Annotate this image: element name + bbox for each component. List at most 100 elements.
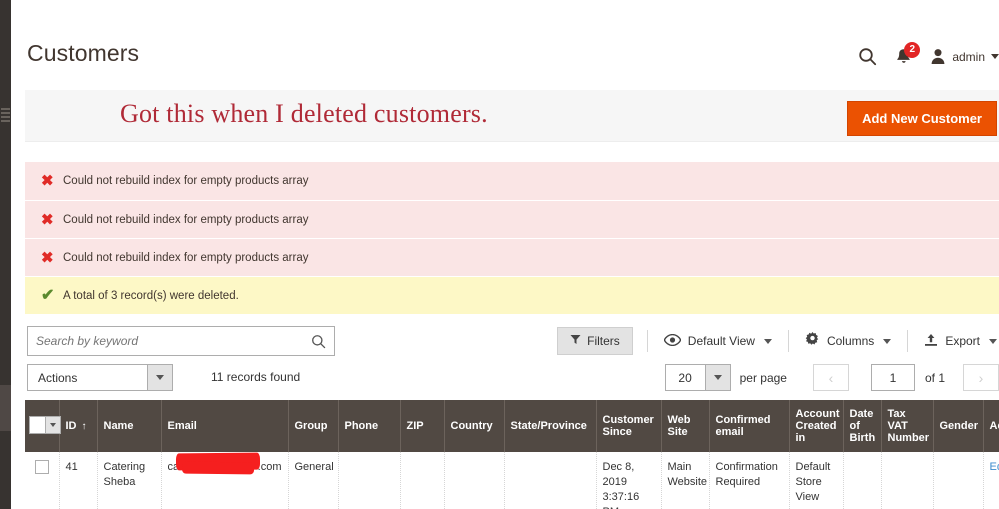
cell-since: Dec 8, 2019 3:37:16 PM bbox=[596, 452, 662, 509]
column-header-phone[interactable]: Phone bbox=[338, 400, 401, 452]
per-page-select[interactable]: 20 bbox=[664, 364, 731, 391]
message-text: Could not rebuild index for empty produc… bbox=[63, 175, 309, 187]
column-header-dob[interactable]: Date of Birth bbox=[843, 400, 882, 452]
chevron-down-icon bbox=[763, 338, 772, 344]
column-header-email[interactable]: Email bbox=[161, 400, 289, 452]
table-body: 41 Catering Sheba ca .com General Dec 8, 2019… bbox=[25, 452, 999, 509]
cell-phone bbox=[338, 452, 401, 509]
cell-name: Catering Sheba bbox=[97, 452, 162, 509]
column-header-label: Customer Since bbox=[602, 414, 654, 438]
export-dropdown[interactable]: Export bbox=[922, 333, 999, 350]
filters-label: Filters bbox=[587, 334, 620, 348]
toolbar-divider bbox=[907, 330, 909, 352]
admin-user-menu[interactable]: admin bbox=[930, 48, 999, 65]
actions-dropdown[interactable]: Actions bbox=[27, 364, 173, 391]
error-icon: ✖ bbox=[41, 211, 54, 228]
chevron-down-icon bbox=[713, 375, 722, 380]
search-box[interactable] bbox=[27, 326, 335, 356]
eye-icon bbox=[663, 333, 682, 349]
cell-id: 41 bbox=[59, 452, 98, 509]
select-all-dropdown-toggle[interactable] bbox=[45, 417, 60, 433]
search-input[interactable] bbox=[28, 334, 303, 348]
cell-vat bbox=[881, 452, 934, 509]
column-header-action[interactable]: Action bbox=[983, 400, 999, 452]
column-header-label: State/Province bbox=[510, 420, 587, 432]
user-icon bbox=[930, 48, 946, 65]
error-message: ✖ Could not rebuild index for empty produ… bbox=[25, 238, 999, 276]
table-row[interactable]: 41 Catering Sheba ca .com General Dec 8, 2019… bbox=[25, 452, 999, 509]
default-view-dropdown[interactable]: Default View bbox=[662, 333, 774, 349]
search-icon[interactable] bbox=[858, 47, 877, 66]
cell-group: General bbox=[288, 452, 339, 509]
filter-icon bbox=[570, 334, 581, 348]
gear-icon bbox=[805, 332, 820, 350]
column-header-name[interactable]: Name bbox=[97, 400, 162, 452]
column-header-state[interactable]: State/Province bbox=[504, 400, 597, 452]
add-new-customer-button[interactable]: Add New Customer bbox=[847, 101, 997, 136]
column-header-label: Action bbox=[989, 420, 999, 432]
column-header-website[interactable]: Web Site bbox=[661, 400, 710, 452]
column-header-label: Name bbox=[103, 420, 134, 432]
column-header-label: Account Created in bbox=[795, 408, 840, 444]
toolbar-divider bbox=[787, 330, 789, 352]
export-icon bbox=[924, 333, 938, 350]
checkbox-box[interactable] bbox=[30, 417, 45, 433]
error-icon: ✖ bbox=[41, 249, 54, 266]
cell-gender bbox=[933, 452, 984, 509]
column-header-label: Gender bbox=[939, 420, 979, 432]
email-redaction-marker bbox=[175, 452, 260, 471]
actions-dropdown-toggle[interactable] bbox=[147, 365, 172, 390]
select-all-checkbox[interactable] bbox=[29, 416, 61, 434]
column-header-group[interactable]: Group bbox=[288, 400, 339, 452]
cell-email: ca .com bbox=[161, 452, 289, 509]
column-header-label: Date of Birth bbox=[849, 408, 876, 444]
records-found-label: 11 records found bbox=[211, 370, 301, 384]
column-header-label: Web Site bbox=[667, 414, 691, 438]
message-text: A total of 3 record(s) were deleted. bbox=[63, 289, 239, 302]
filters-button[interactable]: Filters bbox=[557, 327, 633, 355]
select-all-header[interactable] bbox=[25, 400, 61, 452]
message-text: Could not rebuild index for empty produc… bbox=[63, 213, 309, 226]
column-header-label: Country bbox=[450, 420, 493, 432]
success-check-icon: ✔ bbox=[41, 286, 55, 304]
annotation-bar: Got this when I deleted customers. Add N… bbox=[25, 90, 999, 142]
edit-link[interactable]: Edit bbox=[990, 461, 999, 473]
page-title: Customers bbox=[27, 40, 140, 66]
search-submit-icon[interactable] bbox=[303, 334, 334, 349]
column-header-zip[interactable]: ZIP bbox=[400, 400, 445, 452]
column-header-country[interactable]: Country bbox=[444, 400, 505, 452]
column-header-created_in[interactable]: Account Created in bbox=[789, 400, 844, 452]
per-page-dropdown-toggle[interactable] bbox=[704, 365, 730, 390]
notifications-badge: 2 bbox=[904, 41, 921, 58]
column-header-label: ZIP bbox=[406, 420, 424, 432]
message-list: ✖ Could not rebuild index for empty produ… bbox=[25, 162, 999, 314]
toolbar-divider bbox=[646, 330, 648, 352]
next-page-button[interactable]: › bbox=[963, 364, 999, 391]
previous-page-button[interactable]: ‹ bbox=[812, 364, 849, 391]
chevron-down-icon bbox=[156, 375, 164, 380]
column-header-gender[interactable]: Gender bbox=[933, 400, 984, 452]
sidebar-active-item[interactable] bbox=[0, 385, 11, 431]
notifications-button[interactable]: 2 bbox=[895, 41, 921, 66]
row-checkbox[interactable] bbox=[34, 460, 49, 474]
annotation-text: Got this when I deleted customers. bbox=[120, 99, 488, 128]
columns-dropdown[interactable]: Columns bbox=[803, 332, 893, 350]
toolbar-right: Filters Default View Columns Export bbox=[557, 326, 999, 356]
column-header-confirmed[interactable]: Confirmed email bbox=[709, 400, 790, 452]
admin-sidebar[interactable] bbox=[0, 0, 11, 509]
page-header: Customers 2 admin bbox=[25, 40, 999, 88]
cell-zip bbox=[400, 452, 445, 509]
customers-grid: ID ↑ Name Email Group Phone ZIP Country State/Pr… bbox=[25, 400, 999, 509]
column-header-label: Phone bbox=[344, 420, 379, 432]
grid-toolbar: Filters Default View Columns bbox=[25, 326, 999, 358]
column-header-id[interactable]: ID ↑ bbox=[59, 400, 98, 452]
chevron-down-icon bbox=[883, 338, 892, 344]
admin-user-name: admin bbox=[952, 49, 985, 64]
cell-created_in: Default Store View bbox=[789, 452, 844, 509]
column-header-since[interactable]: Customer Since bbox=[596, 400, 662, 452]
page-number-input[interactable] bbox=[870, 364, 915, 391]
error-message: ✖ Could not rebuild index for empty produ… bbox=[25, 162, 999, 200]
cell-state bbox=[504, 452, 597, 509]
column-header-label: Confirmed email bbox=[715, 414, 771, 438]
column-header-vat[interactable]: Tax VAT Number bbox=[881, 400, 934, 452]
